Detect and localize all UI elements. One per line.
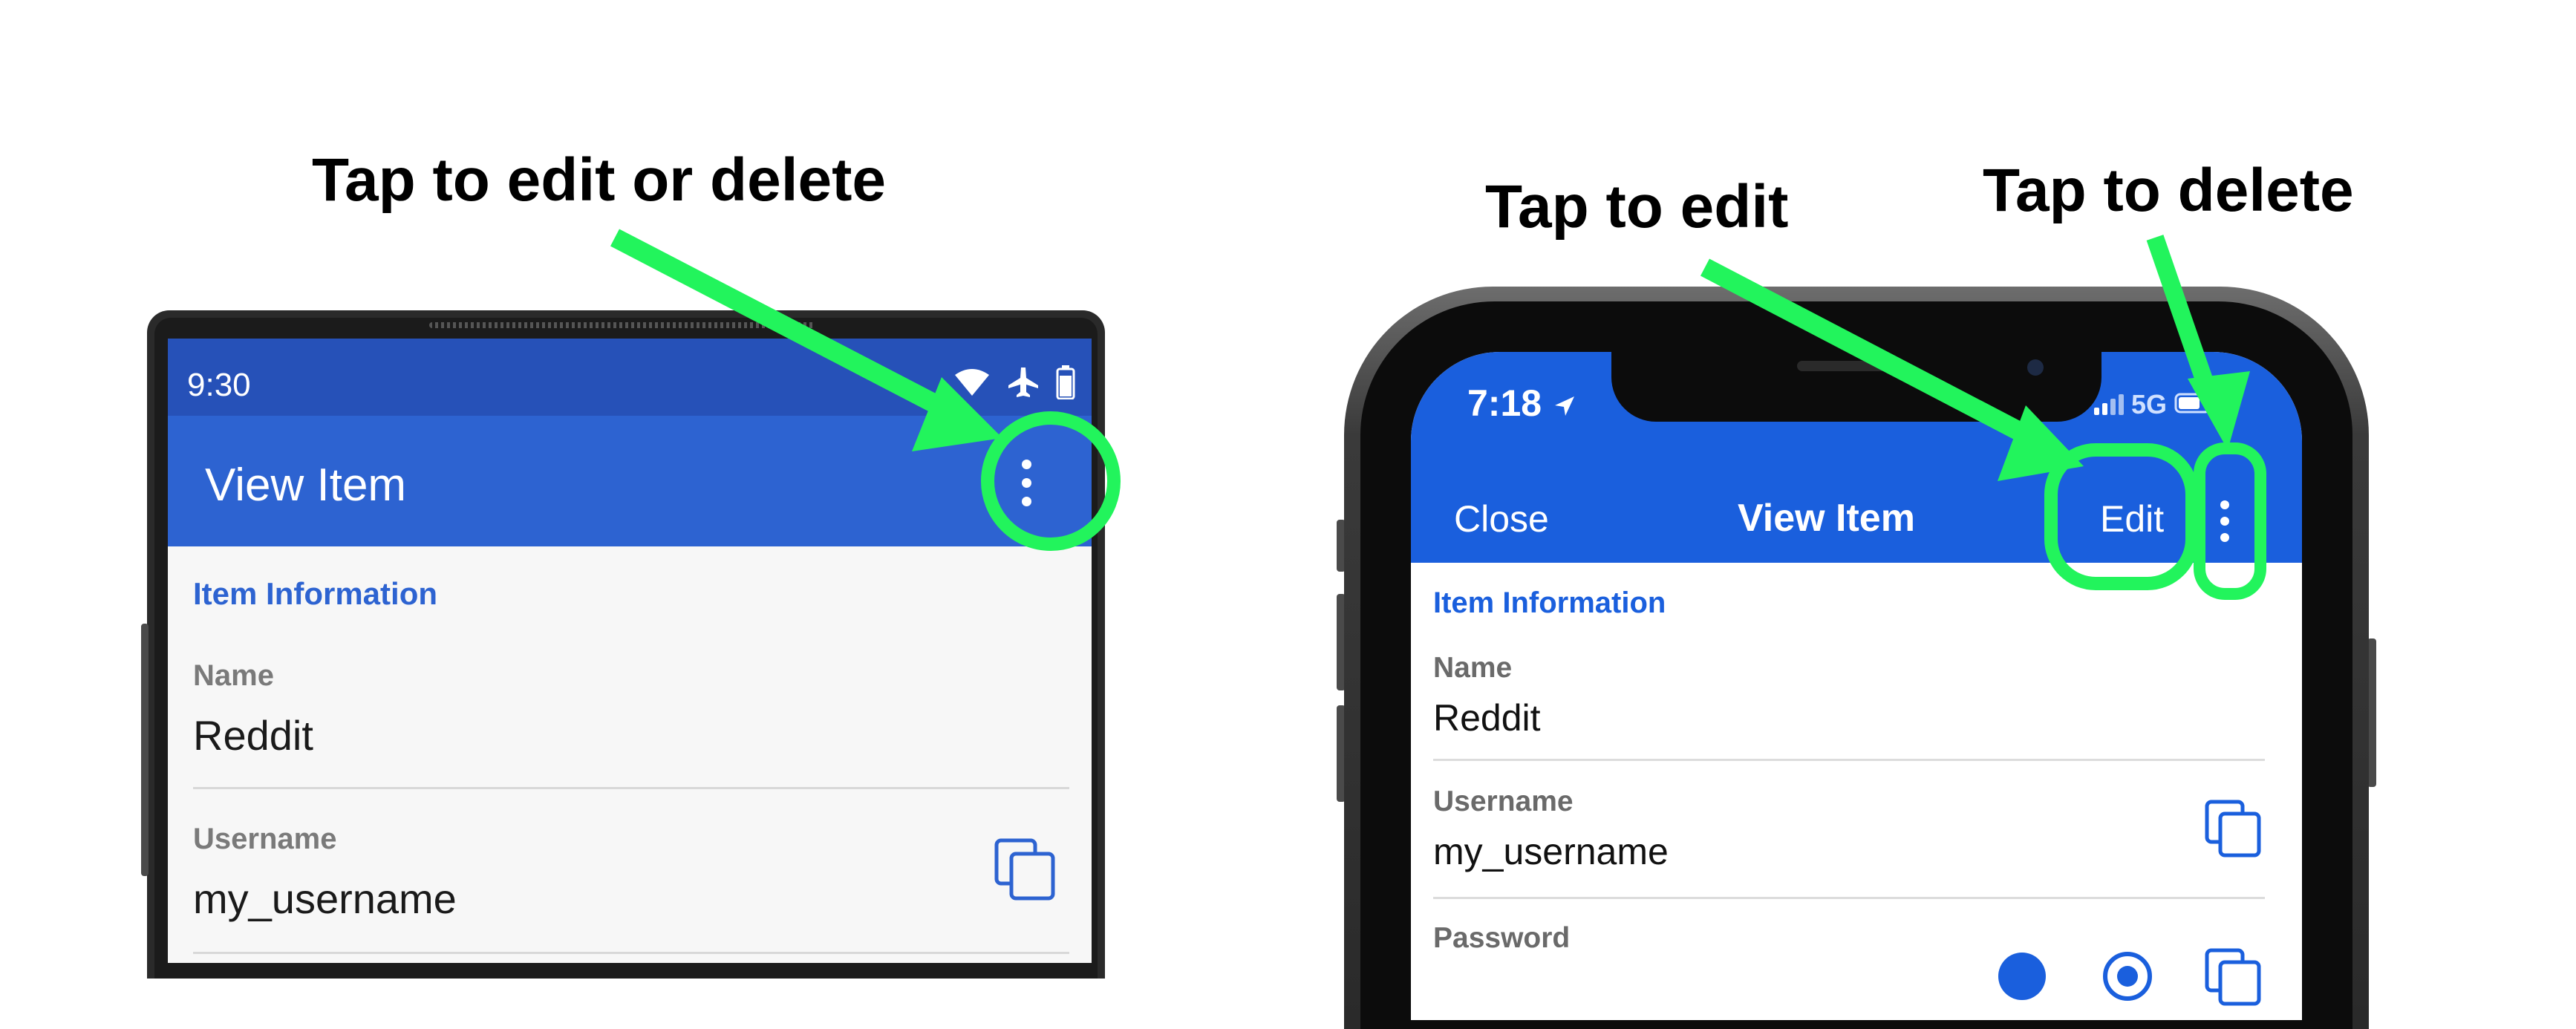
field-value-username[interactable]: my_username (1433, 830, 1669, 873)
android-app-bar: View Item (168, 416, 1092, 546)
page-title: View Item (205, 460, 407, 511)
android-side-button (141, 624, 149, 876)
callout-delete: Tap to delete (1983, 157, 2354, 224)
field-value-name[interactable]: Reddit (1433, 696, 1541, 739)
edit-button[interactable]: Edit (2100, 497, 2164, 540)
close-button[interactable]: Close (1454, 497, 1549, 540)
divider (1433, 759, 2265, 761)
more-vert-icon[interactable] (1004, 453, 1049, 512)
field-label-password: Password (1433, 922, 1571, 954)
status-indicators: 5G (2094, 389, 2216, 420)
ios-header: 7:18 5G Close View Item Edit (1411, 352, 2302, 563)
field-label-username: Username (1433, 785, 1574, 817)
copy-icon[interactable] (2202, 797, 2265, 863)
copy-icon[interactable] (992, 836, 1059, 906)
ios-nav-bar: Close View Item Edit (1411, 478, 2302, 563)
copy-icon[interactable] (2202, 946, 2265, 1012)
section-title: Item Information (1433, 587, 1666, 619)
refresh-icon[interactable] (2101, 950, 2153, 1006)
iphone-screen: 7:18 5G Close View Item Edit Item Inform… (1411, 352, 2302, 1020)
iphone-notch (1611, 352, 2101, 422)
callout-edit-or-delete: Tap to edit or delete (312, 146, 886, 214)
android-screen: 9:30 View Item Item Information Name Red… (168, 339, 1092, 963)
divider (193, 787, 1069, 789)
wifi-icon (953, 368, 991, 401)
page-title: View Item (1738, 497, 1915, 540)
signal-icon (2094, 394, 2124, 415)
airplane-icon (1007, 366, 1040, 402)
battery-icon (1056, 365, 1075, 403)
field-value-username[interactable]: my_username (193, 875, 457, 923)
section-title: Item Information (193, 576, 438, 611)
status-time: 9:30 (187, 367, 251, 403)
more-vert-icon[interactable] (2210, 491, 2240, 551)
location-arrow-icon (1554, 396, 1574, 416)
divider (1433, 897, 2265, 899)
field-value-name[interactable]: Reddit (193, 711, 313, 760)
battery-icon (2174, 389, 2216, 420)
earpiece-speaker (429, 322, 815, 328)
callout-edit: Tap to edit (1485, 173, 1789, 241)
field-label-name: Name (1433, 652, 1513, 684)
network-label: 5G (2131, 389, 2168, 419)
field-label-username: Username (193, 823, 337, 855)
front-camera (2027, 359, 2044, 376)
eye-icon[interactable] (1996, 950, 2048, 1006)
status-time: 7:18 (1467, 382, 1577, 425)
android-status-bar: 9:30 (168, 339, 1092, 416)
field-label-name: Name (193, 659, 274, 692)
divider (193, 952, 1069, 954)
